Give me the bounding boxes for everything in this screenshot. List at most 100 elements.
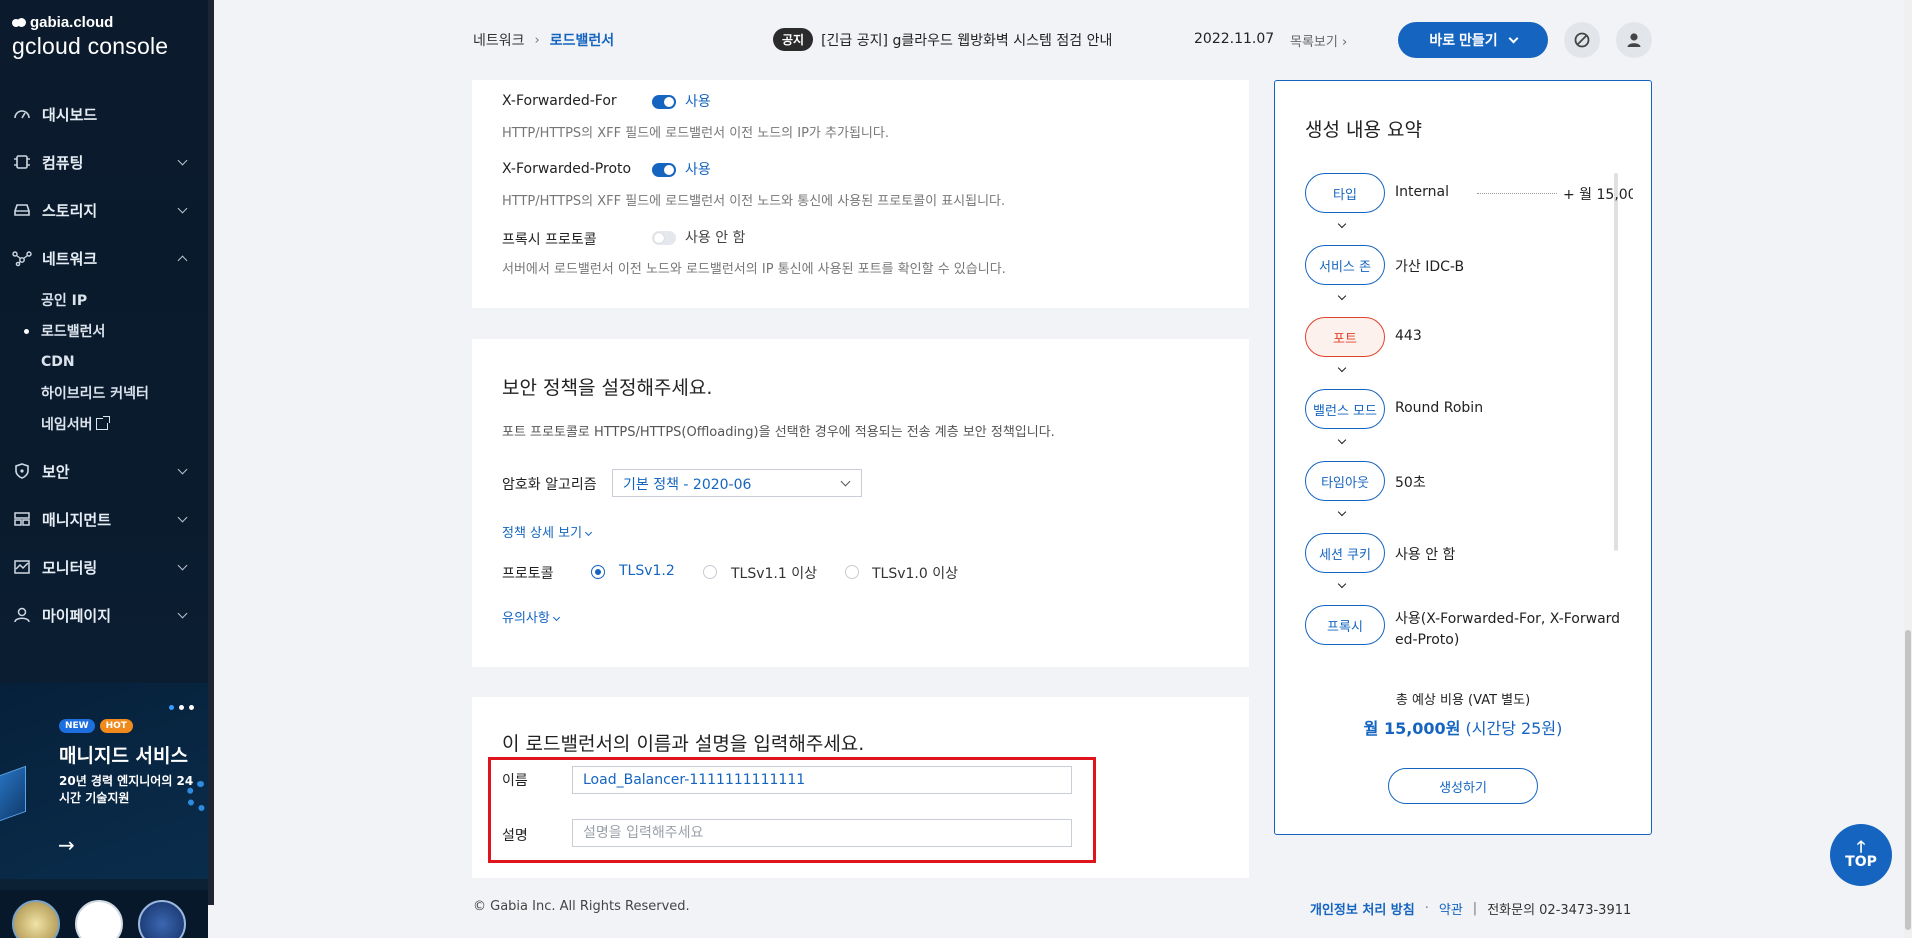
total-cost-value: 월 15,000원 (시간당 25원) [1363,719,1563,738]
sidebar: gabia.cloud gcloud console 대시보드 컴퓨팅 스토리지 [0,0,208,938]
summary-pill-type[interactable]: 타입 [1305,173,1385,213]
network-submenu: 공인 IP 로드밸런서 CDN 하이브리드 커넥터 네임서버 [0,282,208,447]
sidebar-item-computing[interactable]: 컴퓨팅 [0,138,208,186]
xfp-toggle[interactable] [652,163,676,177]
proxy-protocol-label: 프록시 프로토콜 [502,232,597,248]
sidebar-subitem-nameserver[interactable]: 네임서버 [0,408,208,439]
promo-title: 매니지드 서비스 [59,745,188,767]
radio-tls10[interactable] [845,565,859,579]
sidebar-item-management[interactable]: 매니지먼트 [0,495,208,543]
notes-link[interactable]: 유의사항 [502,607,560,626]
notice-text[interactable]: [긴급 공지] g클라우드 웹방화벽 시스템 점검 안내 [821,30,1112,50]
footer-links: 개인정보 처리 방침 · 약관 | 전화문의 02-3473-3911 [1310,899,1631,918]
copyright: © Gabia Inc. All Rights Reserved. [473,899,690,914]
summary-pill-timeout[interactable]: 타임아웃 [1305,461,1385,501]
privacy-policy-link[interactable]: 개인정보 처리 방침 [1310,899,1415,918]
sidebar-item-dashboard[interactable]: 대시보드 [0,90,208,138]
summary-value-timeout: 50초 [1395,475,1426,491]
create-button[interactable]: 생성하기 [1388,768,1538,804]
carousel-dots[interactable] [169,705,194,710]
chevron-down-icon [177,560,188,570]
scroll-top-button[interactable]: 🡑 TOP [1830,824,1892,886]
sidebar-subitem-cdn[interactable]: CDN [0,346,208,377]
chevron-down-icon [1337,507,1347,517]
protocol-label: 프로토콜 [502,566,554,582]
profile-button[interactable] [1616,22,1652,58]
chat-icon [1574,32,1590,48]
arrow-right-icon[interactable]: → [58,833,75,857]
summary-pill-balance-mode[interactable]: 밸런스 모드 [1305,389,1385,429]
arrow-up-icon: 🡑 [1856,837,1866,856]
summary-row-zone: 서비스 존 가산 IDC-B [1305,245,1625,287]
summary-pill-session-cookie[interactable]: 세션 쿠키 [1305,533,1385,573]
summary-row-proxy: 프록시 사용(X-Forwarded-For, X-Forwarded-Prot… [1305,605,1625,648]
xfp-state: 사용 [685,162,711,178]
summary-panel: 생성 내용 요약 타입 Internal + 월 15,000 원 서비스 존 … [1274,80,1652,835]
summary-pill-port[interactable]: 포트 [1305,317,1385,357]
summary-row-session-cookie: 세션 쿠키 사용 안 함 [1305,533,1625,575]
proxy-protocol-toggle[interactable] [652,231,676,245]
total-cost-label: 총 예상 비용 (VAT 별도) [1395,693,1531,708]
summary-row-balance-mode: 밸런스 모드 Round Robin [1305,389,1625,431]
chevron-down-icon [1337,435,1347,445]
network-icon [12,248,32,268]
radio-tls12[interactable] [591,565,605,579]
notice-tag: 공지 [773,28,814,51]
radio-tls12-label[interactable]: TLSv1.2 [619,563,675,579]
cipher-select[interactable]: 기본 정책 - 2020-06 [612,469,862,497]
chat-button[interactable] [1564,22,1600,58]
xfp-label: X-Forwarded-Proto [502,161,632,177]
csap-cert-icon [138,900,186,938]
summary-pill-zone[interactable]: 서비스 존 [1305,245,1385,285]
notice-bar[interactable]: 공지 [긴급 공지] g클라우드 웹방화벽 시스템 점검 안내 [773,28,1112,51]
name-description-title: 이 로드밸런서의 이름과 설명을 입력해주세요. [502,733,865,755]
notice-list-link[interactable]: 목록보기 › [1290,31,1347,50]
summary-pill-proxy[interactable]: 프록시 [1305,605,1385,645]
notice-date: 2022.11.07 [1194,31,1275,47]
promo-description: 20년 경력 엔지니어의 24시간 기술지원 [59,774,194,805]
sidebar-item-mypage[interactable]: 마이페이지 [0,591,208,639]
name-description-card: 이 로드밸런서의 이름과 설명을 입력해주세요. 이름 설명 [472,697,1249,878]
external-link-icon [95,415,110,430]
user-icon [12,605,32,625]
sidebar-item-monitoring[interactable]: 모니터링 [0,543,208,591]
sidebar-item-storage[interactable]: 스토리지 [0,186,208,234]
radio-tls11-label[interactable]: TLSv1.1 이상 [731,563,817,583]
breadcrumb-network[interactable]: 네트워크 [473,30,525,50]
dotted-leader [1477,193,1557,194]
summary-value-proxy: 사용(X-Forwarded-For, X-Forwarded-Proto) [1395,611,1621,648]
radio-tls11[interactable] [703,565,717,579]
chevron-down-icon [1337,363,1347,373]
terms-link[interactable]: 약관 [1439,899,1463,918]
brand-small: gabia.cloud [30,14,114,31]
xff-toggle[interactable] [652,95,676,109]
summary-row-port: 포트 443 [1305,317,1625,359]
sidebar-item-security[interactable]: 보안 [0,447,208,495]
radio-tls10-label[interactable]: TLSv1.0 이상 [872,563,958,583]
page-scrollbar[interactable] [1904,0,1912,938]
footer-divider: | [1472,901,1478,916]
sidebar-subitem-hybrid-connector[interactable]: 하이브리드 커넥터 [0,377,208,408]
chevron-down-icon [584,528,593,537]
security-policy-description: 포트 프로토콜로 HTTPS/HTTPS(Offloading)을 선택한 경우… [502,425,1055,440]
promo-banner[interactable]: NEW HOT 매니지드 서비스 20년 경력 엔지니어의 24시간 기술지원 … [0,683,208,879]
sidebar-subitem-load-balancer[interactable]: 로드밸런서 [0,315,208,346]
description-input[interactable] [572,819,1072,847]
user-icon [1627,33,1641,47]
policy-detail-link[interactable]: 정책 상세 보기 [502,522,593,541]
page-scrollbar-thumb[interactable] [1905,630,1911,930]
chevron-down-icon [1337,291,1347,301]
sidebar-scrollbar[interactable] [208,0,214,905]
management-icon [12,509,32,529]
breadcrumb-current: 로드밸런서 [549,33,615,49]
header-options-card: X-Forwarded-For 사용 HTTP/HTTPS의 XFF 필드에 로… [472,80,1249,308]
summary-value-session-cookie: 사용 안 함 [1395,547,1456,563]
quick-create-button[interactable]: 바로 만들기 [1398,22,1548,58]
sidebar-item-network[interactable]: 네트워크 [0,234,208,282]
breadcrumb: 네트워크 › 로드밸런서 [473,30,614,50]
chevron-down-icon [177,608,188,618]
contact-phone: 전화문의 02-3473-3911 [1487,903,1632,918]
logo[interactable]: gabia.cloud gcloud console [12,14,168,60]
sidebar-subitem-public-ip[interactable]: 공인 IP [0,284,208,315]
name-input[interactable] [572,766,1072,794]
